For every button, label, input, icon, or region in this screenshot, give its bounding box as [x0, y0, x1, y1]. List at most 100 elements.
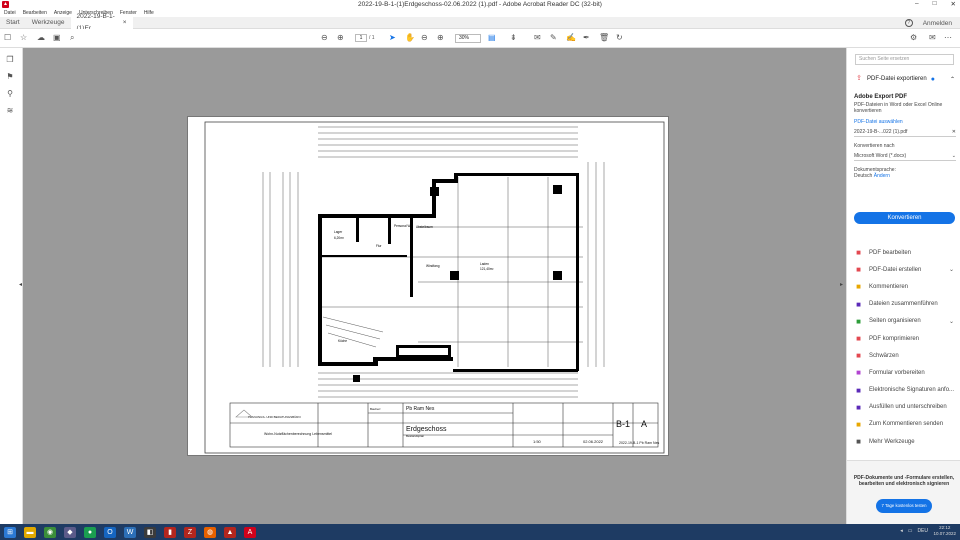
- draw-icon[interactable]: ✍: [566, 33, 576, 43]
- rotate-icon[interactable]: ↻: [616, 33, 623, 43]
- app-icon-3[interactable]: W: [124, 526, 136, 538]
- floor-plan-drawing: Lager 6,20m² Flur Personal WC Abstellrau…: [204, 121, 665, 454]
- chevron-down-icon[interactable]: ⌄: [949, 266, 954, 273]
- tool-item[interactable]: ■ Mehr Werkzeuge: [854, 433, 956, 450]
- menu-file[interactable]: Datei: [4, 10, 16, 16]
- page-fit-icon[interactable]: ▤: [488, 33, 496, 43]
- filezilla-icon[interactable]: Z: [184, 526, 196, 538]
- signin-button[interactable]: Anmelden: [923, 20, 952, 27]
- tool-item-label: Ausfüllen und unterschreiben: [869, 404, 947, 411]
- collapse-left-icon[interactable]: ◂: [19, 281, 22, 288]
- menu-window[interactable]: Fenster: [120, 10, 137, 16]
- more-icon[interactable]: ⋯: [944, 33, 952, 43]
- file-select[interactable]: 2022-19-B-...022 (1).pdf ✕: [854, 127, 956, 137]
- change-language-link[interactable]: Ändern: [874, 173, 890, 179]
- menu-edit[interactable]: Bearbeiten: [23, 10, 47, 16]
- zoom-out-icon[interactable]: ⊖: [421, 33, 428, 43]
- close-window-button[interactable]: ✕: [951, 0, 956, 8]
- select-tool-icon[interactable]: ➤: [389, 33, 396, 43]
- outlook-icon[interactable]: O: [104, 526, 116, 538]
- search-icon[interactable]: ⌕: [70, 33, 74, 43]
- combine-icon: ■: [856, 299, 861, 309]
- scroll-mode-icon[interactable]: ⇟: [510, 33, 517, 43]
- file-explorer-icon[interactable]: ▬: [24, 526, 36, 538]
- promo-text: PDF-Dokumente und -Formulare erstellen, …: [853, 475, 955, 487]
- file-select-value: 2022-19-B-...022 (1).pdf: [854, 129, 908, 135]
- tool-item[interactable]: ■ Elektronische Signaturen anfo...: [854, 382, 956, 399]
- app-icon-6[interactable]: ▲: [224, 526, 236, 538]
- delete-icon[interactable]: 🗑: [599, 33, 609, 43]
- tool-item[interactable]: ■ Formular vorbereiten: [854, 364, 956, 381]
- network-icon[interactable]: ▭: [908, 528, 913, 534]
- highlight-icon[interactable]: ✎: [550, 33, 557, 43]
- tool-item[interactable]: ■ PDF komprimieren: [854, 330, 956, 347]
- windows-taskbar: ⊞ ▬ ◉ ◆ ● O W ◧ ▮ Z ◍ ▲ A ◂ ▭ DEU 22:12 …: [0, 524, 960, 540]
- send-comment-icon: ■: [856, 419, 861, 429]
- chevron-up-icon[interactable]: ⌃: [950, 76, 955, 83]
- app-icon-2[interactable]: ●: [84, 526, 96, 538]
- tool-item[interactable]: ■ PDF bearbeiten: [854, 244, 956, 261]
- room-label-laden: Laden: [480, 262, 489, 266]
- app-icon-1[interactable]: ◆: [64, 526, 76, 538]
- tool-item[interactable]: ■ Zum Kommentieren senden: [854, 416, 956, 433]
- share-icon[interactable]: ⚙: [910, 33, 917, 43]
- volume-icon[interactable]: ◂: [900, 528, 903, 534]
- clock[interactable]: 22:12 10.07.2022: [933, 525, 956, 537]
- sign-icon[interactable]: ✒: [583, 33, 590, 43]
- tab-home[interactable]: Start: [0, 17, 26, 29]
- email-icon[interactable]: ✉: [929, 33, 936, 43]
- save-icon[interactable]: ☆: [20, 33, 27, 43]
- tab-tools[interactable]: Werkzeuge: [26, 17, 71, 29]
- free-trial-button[interactable]: 7 Tage kostenlos testen: [876, 499, 932, 513]
- chrome-icon[interactable]: ◉: [44, 526, 56, 538]
- document-viewer[interactable]: ◂ ▸ Lager 6,20m² Flur Personal WC Abstel…: [19, 48, 846, 524]
- app-icon-5[interactable]: ▮: [164, 526, 176, 538]
- tool-item[interactable]: ■ Dateien zusammenführen: [854, 296, 956, 313]
- firefox-icon[interactable]: ◍: [204, 526, 216, 538]
- zoom-select[interactable]: 30%: [455, 34, 481, 43]
- minimize-button[interactable]: –: [915, 0, 919, 8]
- start-icon[interactable]: ⊞: [4, 526, 16, 538]
- tool-item[interactable]: ■ Ausfüllen und unterschreiben: [854, 399, 956, 416]
- tool-item-label: Seiten organisieren: [869, 318, 921, 325]
- attachments-icon[interactable]: ⚲: [5, 89, 15, 99]
- next-page-icon[interactable]: ⊕: [337, 33, 344, 43]
- zoom-in-icon[interactable]: ⊕: [437, 33, 444, 43]
- app-icon-4[interactable]: ◧: [144, 526, 156, 538]
- tool-item[interactable]: ■ PDF-Datei erstellen ⌄: [854, 261, 956, 278]
- tool-item[interactable]: ■ Seiten organisieren ⌄: [854, 313, 956, 330]
- print-icon[interactable]: ▣: [53, 33, 61, 43]
- acrobat-taskbar-icon[interactable]: A: [244, 526, 256, 538]
- menu-view[interactable]: Anzeige: [54, 10, 72, 16]
- tab-document[interactable]: 2022-19-B-1-(1)Er... ×: [70, 13, 133, 32]
- remove-file-icon[interactable]: ✕: [952, 127, 956, 136]
- chevron-down-icon[interactable]: ⌄: [949, 318, 954, 325]
- tray-language[interactable]: DEU: [917, 528, 928, 534]
- collapse-right-icon[interactable]: ▸: [840, 281, 843, 288]
- create-icon[interactable]: ☐: [4, 33, 11, 43]
- convert-button[interactable]: Konvertieren: [854, 212, 955, 224]
- hand-tool-icon[interactable]: ✋: [405, 33, 415, 43]
- tool-item[interactable]: ■ Kommentieren: [854, 278, 956, 295]
- previous-page-icon[interactable]: ⊖: [321, 33, 328, 43]
- tool-item[interactable]: ■ Schwärzen: [854, 347, 956, 364]
- tool-item-label: PDF-Datei erstellen: [869, 266, 922, 273]
- comment-toolbar-icon[interactable]: ✉: [534, 33, 541, 43]
- help-icon[interactable]: ?: [904, 19, 913, 27]
- page-number-input[interactable]: 1: [355, 34, 367, 42]
- layers-icon[interactable]: ≋: [5, 106, 15, 116]
- format-select[interactable]: Microsoft Word (*.docx) ⌄: [854, 151, 956, 161]
- tab-close-icon[interactable]: ×: [123, 17, 127, 29]
- maximize-button[interactable]: □: [933, 0, 937, 8]
- format-select-value: Microsoft Word (*.docx): [854, 153, 907, 159]
- tool-item-label: Zum Kommentieren senden: [869, 421, 944, 428]
- export-pdf-header[interactable]: ⇪ PDF-Datei exportieren ● ⌃: [855, 75, 955, 83]
- tools-search-input[interactable]: Suchen Seite ersetzen: [855, 54, 954, 65]
- bookmarks-icon[interactable]: ⚑: [5, 72, 15, 82]
- page-thumbnails-icon[interactable]: ❐: [5, 55, 15, 65]
- tools-list: ■ PDF bearbeiten ■ PDF-Datei erstellen ⌄ ■ Kom…: [854, 244, 956, 450]
- form-icon: ■: [856, 368, 861, 378]
- upload-cloud-icon[interactable]: ☁: [37, 33, 45, 43]
- titleblock-client-label: Bauherr: [370, 407, 381, 411]
- menu-help[interactable]: Hilfe: [144, 10, 154, 16]
